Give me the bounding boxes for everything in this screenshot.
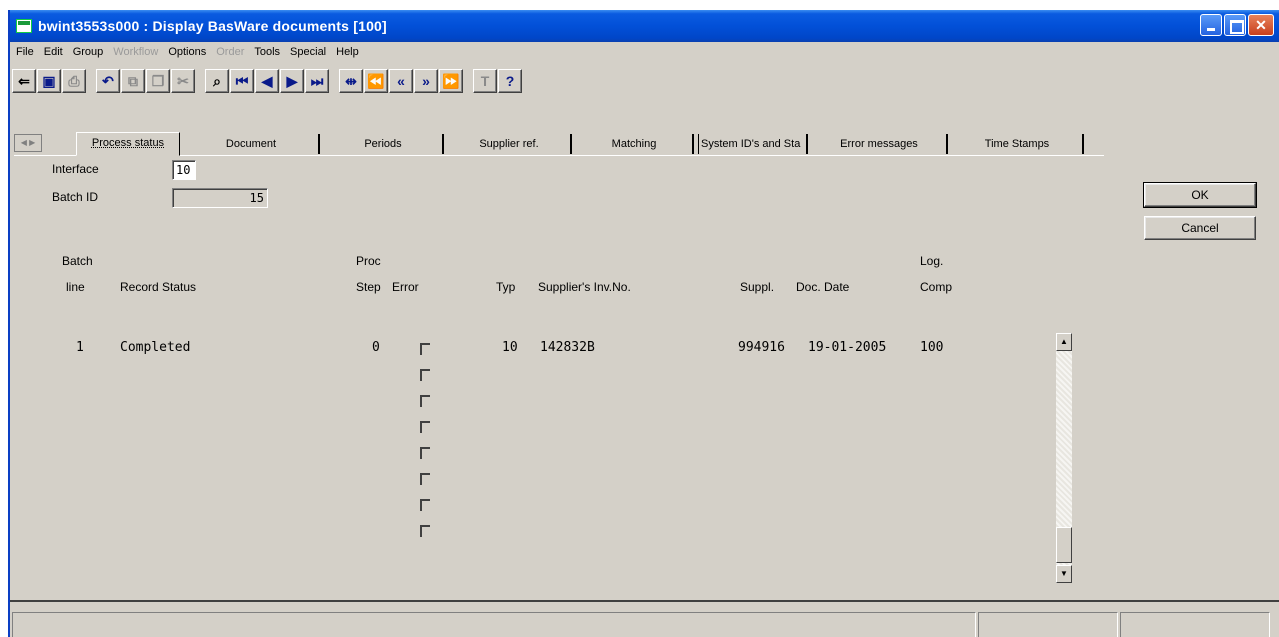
error-checkbox[interactable] xyxy=(420,421,430,433)
batch-id-field: 15 xyxy=(172,188,268,208)
first-set-icon[interactable]: ⇹ xyxy=(339,69,363,93)
paste-icon[interactable]: ⧉ xyxy=(121,69,145,93)
ok-button[interactable]: OK xyxy=(1143,182,1257,208)
save-icon[interactable]: ▣ xyxy=(37,69,61,93)
error-checkbox[interactable] xyxy=(420,447,430,459)
tab-document[interactable]: Document xyxy=(184,134,320,154)
status-panel-2 xyxy=(978,612,1118,637)
cell-log-comp[interactable]: 100 xyxy=(920,340,943,355)
error-checkbox[interactable] xyxy=(420,525,430,537)
last-record-icon[interactable]: ⏭ xyxy=(305,69,329,93)
tab-time-stamps[interactable]: Time Stamps xyxy=(952,134,1084,154)
header-suppl: Suppl. xyxy=(740,280,775,294)
vertical-scrollbar[interactable]: ▲ ▼ xyxy=(1055,332,1073,584)
last-group-icon[interactable]: ⏩ xyxy=(439,69,463,93)
find-icon[interactable]: ⌕ xyxy=(205,69,229,93)
first-group-icon[interactable]: ⏪ xyxy=(364,69,388,93)
header-line: line xyxy=(66,280,85,294)
menu-edit[interactable]: Edit xyxy=(44,46,63,58)
batch-id-label: Batch ID xyxy=(52,190,99,204)
cell-suppliers-inv-no[interactable]: 142832B xyxy=(540,340,595,355)
header-comp: Comp xyxy=(920,280,953,294)
text-icon[interactable]: T xyxy=(473,69,497,93)
application-window: bwint3553s000 : Display BasWare document… xyxy=(8,10,1279,637)
header-batch: Batch xyxy=(62,254,93,268)
menu-workflow: Workflow xyxy=(113,46,159,58)
error-checkbox[interactable] xyxy=(420,343,430,355)
interface-field[interactable]: 10 xyxy=(172,160,196,180)
next-record-icon[interactable]: ▶ xyxy=(280,69,304,93)
undo-icon[interactable]: ↶ xyxy=(96,69,120,93)
tab-error-messages[interactable]: Error messages xyxy=(812,134,948,154)
tab-periods[interactable]: Periods xyxy=(324,134,444,154)
title-bar[interactable]: bwint3553s000 : Display BasWare document… xyxy=(10,10,1279,42)
first-record-icon[interactable]: ⏮ xyxy=(230,69,254,93)
tab-bar: ◀ ▶ Process status Document Periods Supp… xyxy=(14,132,1104,156)
print-icon[interactable]: ⎙ xyxy=(62,69,86,93)
cell-typ[interactable]: 10 xyxy=(502,340,518,355)
status-bar xyxy=(10,600,1279,637)
cell-suppl[interactable]: 994916 xyxy=(738,340,785,355)
scroll-up-arrow-icon[interactable]: ▲ xyxy=(1056,333,1072,351)
close-button[interactable] xyxy=(1248,14,1274,36)
tab-system-ids[interactable]: System ID's and Sta xyxy=(698,134,808,154)
menu-file[interactable]: File xyxy=(16,46,34,58)
interface-label: Interface xyxy=(52,162,99,176)
maximize-button[interactable] xyxy=(1224,14,1246,36)
exit-icon[interactable]: ⇐ xyxy=(12,69,36,93)
menu-options[interactable]: Options xyxy=(168,46,206,58)
status-panel-3 xyxy=(1120,612,1270,637)
tab-supplier-ref[interactable]: Supplier ref. xyxy=(448,134,572,154)
scrollbar-thumb[interactable] xyxy=(1056,527,1072,563)
error-checkbox[interactable] xyxy=(420,395,430,407)
header-doc-date: Doc. Date xyxy=(796,280,850,294)
minimize-button[interactable] xyxy=(1200,14,1222,36)
tab-matching[interactable]: Matching xyxy=(576,134,694,154)
previous-record-icon[interactable]: ◀ xyxy=(255,69,279,93)
header-record-status: Record Status xyxy=(120,280,197,294)
cancel-button[interactable]: Cancel xyxy=(1144,216,1256,240)
header-typ: Typ xyxy=(496,280,516,294)
menu-bar: File Edit Group Workflow Options Order T… xyxy=(10,42,1279,62)
toolbar: ⇐ ▣ ⎙ ↶ ⧉ ❐ ✂ ⌕ ⏮ ◀ ▶ ⏭ ⇹ ⏪ « » ⏩ T ? xyxy=(12,67,772,97)
tab-scroll-arrows-icon[interactable]: ◀ ▶ xyxy=(14,134,42,152)
copy-icon[interactable]: ❐ xyxy=(146,69,170,93)
cell-batch-line[interactable]: 1 xyxy=(76,340,84,355)
header-proc: Proc xyxy=(356,254,381,268)
application-icon[interactable] xyxy=(16,19,32,33)
next-group-icon[interactable]: » xyxy=(414,69,438,93)
menu-group[interactable]: Group xyxy=(73,46,104,58)
status-panel-main xyxy=(12,612,976,637)
previous-group-icon[interactable]: « xyxy=(389,69,413,93)
menu-order: Order xyxy=(216,46,245,58)
menu-special[interactable]: Special xyxy=(290,46,326,58)
cut-icon[interactable]: ✂ xyxy=(171,69,195,93)
header-suppliers-inv-no: Supplier's Inv.No. xyxy=(538,280,631,294)
window-title: bwint3553s000 : Display BasWare document… xyxy=(38,18,387,34)
header-log: Log. xyxy=(920,254,944,268)
cell-doc-date[interactable]: 19-01-2005 xyxy=(808,340,886,355)
header-step: Step xyxy=(356,280,381,294)
menu-help[interactable]: Help xyxy=(336,46,359,58)
error-checkbox[interactable] xyxy=(420,369,430,381)
cell-record-status[interactable]: Completed xyxy=(120,340,190,355)
cell-proc-step[interactable]: 0 xyxy=(372,340,380,355)
whats-this-help-icon[interactable]: ? xyxy=(498,69,522,93)
scroll-down-arrow-icon[interactable]: ▼ xyxy=(1056,565,1072,583)
error-checkbox[interactable] xyxy=(420,499,430,511)
menu-tools[interactable]: Tools xyxy=(254,46,280,58)
tab-process-status[interactable]: Process status xyxy=(76,132,180,156)
header-error: Error xyxy=(392,280,419,294)
error-checkbox[interactable] xyxy=(420,473,430,485)
